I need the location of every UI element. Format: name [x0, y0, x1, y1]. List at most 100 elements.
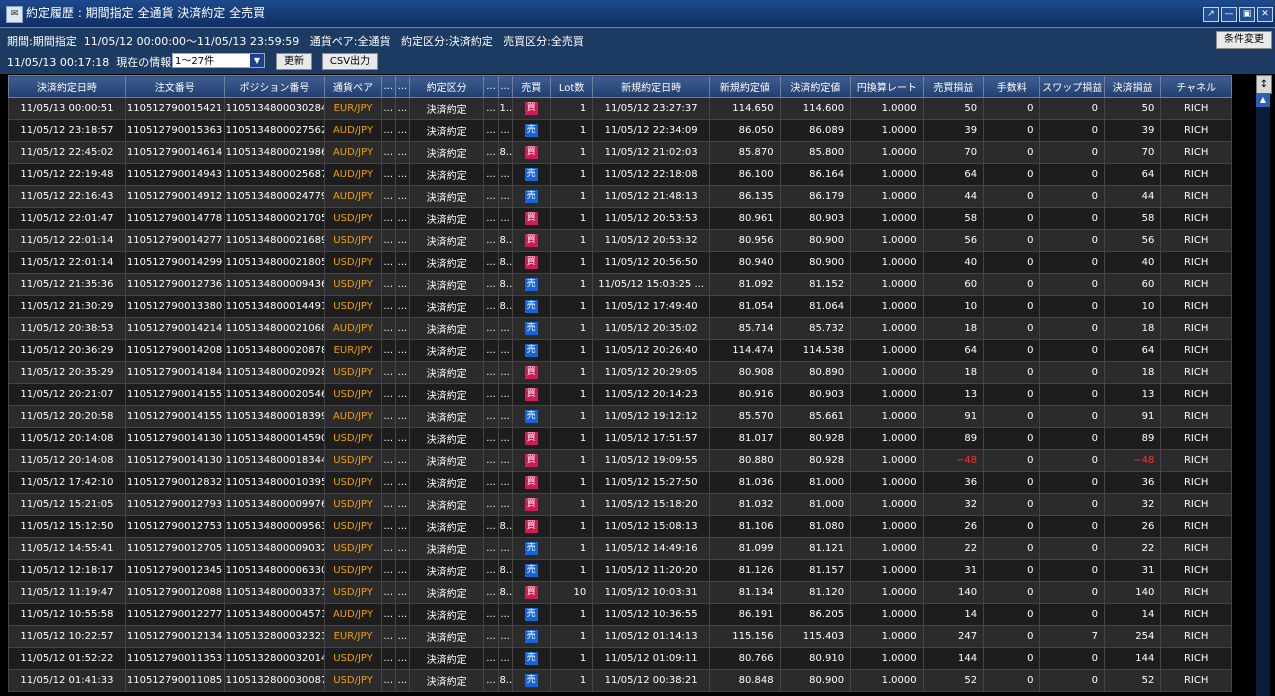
table-cell: 1105134800004571	[223, 603, 326, 626]
table-row[interactable]: 11/05/12 10:55:58 110512790012277 9 110513…	[8, 603, 1232, 626]
table-cell: ...	[483, 427, 499, 450]
table-cell: 11/05/12 20:14:23	[592, 383, 711, 406]
table-row[interactable]: 11/05/12 01:52:22 110512790011353 6 110513…	[8, 647, 1232, 670]
column-header[interactable]: チャネル	[1160, 75, 1232, 98]
table-cell: 0	[983, 119, 1041, 142]
vertical-scrollbar[interactable]: ▲	[1256, 93, 1270, 696]
table-row[interactable]: 11/05/13 00:00:51 110512790015421 7 110513…	[8, 97, 1232, 120]
table-cell: 18	[922, 317, 985, 340]
column-header[interactable]: ポジション番号	[223, 75, 326, 98]
table-cell: 0	[983, 559, 1041, 582]
maximize-icon[interactable]: ▣	[1239, 7, 1255, 22]
table-row[interactable]: 11/05/12 22:19:48 110512790014943 9 110513…	[8, 163, 1232, 186]
table-row[interactable]: 11/05/12 15:21:05 110512790012793 1 110513…	[8, 493, 1232, 516]
table-row[interactable]: 11/05/12 22:01:14 110512790014299 1 110513…	[8, 251, 1232, 274]
table-row[interactable]: 11/05/12 20:21:07 110512790014155 6 110513…	[8, 383, 1232, 406]
table-row[interactable]: 11/05/12 20:36:29 110512790014208 6 110513…	[8, 339, 1232, 362]
table-cell: ...	[497, 185, 513, 208]
table-row[interactable]: 11/05/12 21:35:36 110512790012736 7 110513…	[8, 273, 1232, 296]
table-row[interactable]: 11/05/12 23:18:57 110512790015363 1 110513…	[8, 119, 1232, 142]
column-header[interactable]: スワップ損益	[1039, 75, 1105, 98]
table-cell: 11/05/12 01:14:13	[592, 625, 711, 648]
column-header[interactable]: ...	[483, 75, 499, 98]
change-condition-button[interactable]: 条件変更	[1216, 31, 1272, 49]
table-cell: 1105134800024779	[223, 185, 326, 208]
table-cell: 80.900	[779, 251, 852, 274]
table-cell: 0	[1039, 669, 1105, 692]
refresh-button[interactable]: 更新	[276, 53, 312, 70]
column-header[interactable]: 決済損益	[1103, 75, 1162, 98]
column-header[interactable]: ...	[380, 75, 396, 98]
table-cell: USD/JPY	[324, 449, 382, 472]
column-header[interactable]: 新規約定値	[709, 75, 781, 98]
table-cell: 39	[1103, 119, 1162, 142]
table-cell: 8...	[497, 581, 513, 604]
close-icon[interactable]: ✕	[1257, 7, 1273, 22]
column-header[interactable]: 決済約定値	[779, 75, 852, 98]
table-cell: 81.152	[779, 273, 852, 296]
table-row[interactable]: 11/05/12 12:18:17 110512790012345 3 110513…	[8, 559, 1232, 582]
table-row[interactable]: 11/05/12 01:41:33 110512790011085 6 110513…	[8, 669, 1232, 692]
table-row[interactable]: 11/05/12 22:01:14 110512790014277 5 110513…	[8, 229, 1232, 252]
table-cell: 81.157	[779, 559, 852, 582]
column-header[interactable]: 新規約定日時	[592, 75, 711, 98]
table-cell: 11/05/12 11:19:47	[8, 581, 126, 604]
table-cell: ...	[380, 559, 396, 582]
table-row[interactable]: 11/05/12 22:45:02 110512790014614 7 110513…	[8, 141, 1232, 164]
column-header[interactable]: 手数料	[983, 75, 1041, 98]
table-cell: 58	[1103, 207, 1162, 230]
table-cell: ...	[483, 625, 499, 648]
table-row[interactable]: 11/05/12 20:14:08 110512790014130 6 110513…	[8, 427, 1232, 450]
table-cell: 0	[983, 537, 1041, 560]
range-select[interactable]: 1〜27件 ▼	[172, 53, 265, 68]
column-settings-icon[interactable]: ↕	[1256, 75, 1272, 94]
table-cell: 0	[983, 471, 1041, 494]
table-row[interactable]: 11/05/12 14:55:41 110512790012705 9 110513…	[8, 537, 1232, 560]
column-header[interactable]: ...	[497, 75, 513, 98]
buy-badge: 買	[524, 102, 538, 115]
table-row[interactable]: 11/05/12 20:14:08 110512790014130 5 110513…	[8, 449, 1232, 472]
table-cell: ...	[483, 207, 499, 230]
table-cell: ...	[380, 449, 396, 472]
table-cell: ...	[497, 647, 513, 670]
table-row[interactable]: 11/05/12 21:30:29 110512790013380 1 110513…	[8, 295, 1232, 318]
table-cell: 1105134800018344	[223, 449, 326, 472]
column-header[interactable]: Lot数	[549, 75, 594, 98]
column-header[interactable]: 売買	[511, 75, 551, 98]
table-row[interactable]: 11/05/12 17:42:10 110512790012832 9 110513…	[8, 471, 1232, 494]
table-cell: RICH	[1160, 581, 1232, 604]
table-row[interactable]: 11/05/12 20:20:58 110512790014155 1 110513…	[8, 405, 1232, 428]
table-row[interactable]: 11/05/12 22:01:47 110512790014778 4 110513…	[8, 207, 1232, 230]
table-cell: 0	[983, 229, 1041, 252]
table-cell: 114.600	[779, 97, 852, 120]
minimize-icon[interactable]: —	[1221, 7, 1237, 22]
table-cell: 81.106	[709, 515, 781, 538]
table-cell: ...	[483, 581, 499, 604]
column-header[interactable]: 売買損益	[922, 75, 985, 98]
table-row[interactable]: 11/05/12 20:38:53 110512790014214 8 110513…	[8, 317, 1232, 340]
table-row[interactable]: 11/05/12 22:16:43 110512790014912 4 110513…	[8, 185, 1232, 208]
undock-icon[interactable]: ↗	[1203, 7, 1219, 22]
table-row[interactable]: 11/05/12 15:12:50 110512790012753 0 110513…	[8, 515, 1232, 538]
column-header[interactable]: 円換算レート	[850, 75, 924, 98]
table-row[interactable]: 11/05/12 20:35:29 110512790014184 5 110513…	[8, 361, 1232, 384]
buy-badge: 買	[524, 586, 538, 599]
table-cell: 18	[1103, 317, 1162, 340]
column-header[interactable]: 約定区分	[408, 75, 485, 98]
table-cell: 決済約定	[408, 185, 485, 208]
sell-badge: 売	[524, 190, 538, 203]
column-header[interactable]: 決済約定日時	[8, 75, 126, 98]
chevron-down-icon[interactable]: ▼	[250, 54, 264, 67]
table-cell: 売	[511, 537, 551, 560]
table-row[interactable]: 11/05/12 11:19:47 110512790012088 7 110513…	[8, 581, 1232, 604]
csv-export-button[interactable]: CSV出力	[322, 53, 378, 70]
column-header[interactable]: 注文番号	[124, 75, 225, 98]
table-cell: ...	[380, 581, 396, 604]
table-row[interactable]: 11/05/12 10:22:57 110512790012134 5 110513…	[8, 625, 1232, 648]
table-cell: 0	[1039, 471, 1105, 494]
column-header[interactable]: 通貨ペア	[324, 75, 382, 98]
table-cell: 11/05/12 21:02:03	[592, 141, 711, 164]
scroll-up-icon[interactable]: ▲	[1256, 93, 1270, 107]
table-cell: 22	[1103, 537, 1162, 560]
column-header[interactable]: ...	[394, 75, 410, 98]
